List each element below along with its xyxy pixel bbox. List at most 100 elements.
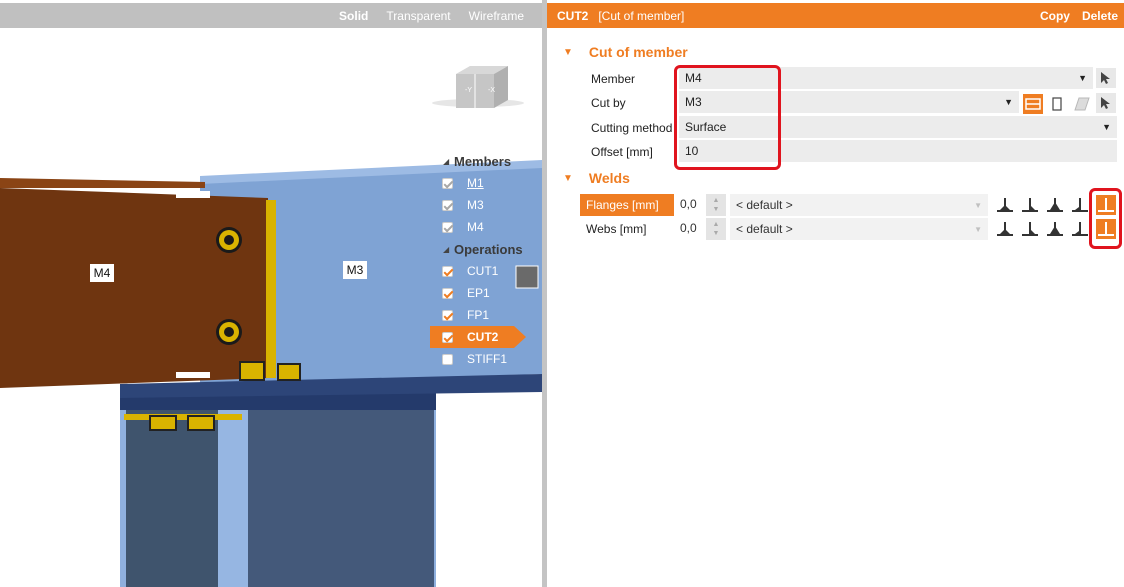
tree-item-label: M1 (467, 176, 484, 190)
weld-webs-type-value: < default > (736, 222, 793, 236)
tree-checkbox[interactable] (442, 331, 453, 343)
collapse-triangle-icon[interactable]: ◢ (443, 245, 454, 254)
copy-button[interactable]: Copy (1040, 9, 1070, 23)
panel-header: CUT2 [Cut of member] Copy Delete (547, 3, 1124, 28)
beam-m4-top-flange (0, 178, 205, 188)
delete-button[interactable]: Delete (1082, 9, 1118, 23)
tree-group-members-label: Members (454, 153, 512, 169)
weld-fillet-double-icon[interactable] (995, 195, 1015, 215)
weld-fillet-single-icon[interactable] (1020, 195, 1040, 215)
chevron-down-icon: ▼ (1004, 97, 1013, 107)
weld-webs-stepper[interactable]: ▲ ▼ (706, 218, 726, 240)
weld-flanges-stepper[interactable]: ▲ ▼ (706, 194, 726, 216)
collapse-triangle-icon[interactable]: ▼ (563, 173, 573, 184)
cut-gap-bottom (176, 372, 210, 378)
beam-m4-web (0, 188, 268, 388)
tree-item-label: M4 (467, 220, 484, 234)
tree-item-label: CUT1 (467, 264, 499, 278)
collapse-triangle-icon[interactable]: ◢ (443, 157, 454, 166)
section-title: Cut of member (588, 44, 688, 60)
weld-butt-icon[interactable] (1045, 219, 1065, 239)
tree-group-operations-label: Operations (454, 241, 523, 257)
member-cut-icon (1025, 98, 1041, 110)
tree-item-label: EP1 (467, 286, 490, 300)
navcube-right-face: -X (488, 87, 495, 94)
view-mode-solid[interactable]: Solid (339, 9, 368, 23)
column-web-left (126, 410, 218, 587)
weld-row-flanges-label[interactable]: Flanges [mm] (580, 194, 674, 216)
tree-item-label: FP1 (467, 308, 490, 322)
tree-item-m1[interactable]: M1 (430, 172, 542, 194)
weld-partial-icon[interactable] (1070, 219, 1090, 239)
collapse-triangle-icon[interactable]: ▼ (563, 47, 573, 58)
tree-item-cut1[interactable]: CUT1 (430, 260, 542, 282)
app-root: M4 M3 -Y -X Solid Transparent Wireframe … (0, 0, 1124, 587)
cut-by-bounding-toggle[interactable] (1047, 94, 1067, 114)
navigation-cube[interactable]: -Y -X (432, 66, 524, 108)
object-tree: ◢ Members M1 M3 M4 ◢ Operations CUT1 EP1… (430, 150, 542, 370)
weld-partial-icon[interactable] (1070, 195, 1090, 215)
view-mode-wireframe[interactable]: Wireframe (469, 9, 524, 23)
cursor-arrow-icon (1101, 97, 1110, 109)
bolt-top (216, 227, 242, 253)
weld-fillet-double-icon[interactable] (995, 219, 1015, 239)
tree-checkbox[interactable] (442, 287, 453, 299)
tree-checkbox[interactable] (442, 309, 453, 321)
column-web-center (218, 410, 248, 587)
weld-flanges-type-value: < default > (736, 198, 793, 212)
operation-name: CUT2 (557, 8, 589, 23)
3d-viewport[interactable]: M4 M3 -Y -X Solid Transparent Wireframe … (0, 0, 542, 587)
cut-by-plane-toggle[interactable] (1072, 94, 1092, 114)
tree-checkbox[interactable] (442, 177, 453, 189)
weld-webs-value[interactable]: 0,0 (680, 221, 697, 235)
cursor-arrow-icon (1101, 72, 1110, 84)
section-welds[interactable]: ▼ Welds (563, 170, 630, 186)
weld-row-webs-label[interactable]: Webs [mm] (580, 218, 674, 240)
tree-item-m3[interactable]: M3 (430, 194, 542, 216)
weld-webs-type-select[interactable]: < default > ▼ (730, 218, 988, 240)
view-mode-transparent[interactable]: Transparent (386, 9, 450, 23)
chevron-down-icon: ▼ (974, 200, 982, 210)
tree-item-m4[interactable]: M4 (430, 216, 542, 238)
tree-item-ep1[interactable]: EP1 (430, 282, 542, 304)
tree-checkbox[interactable] (442, 353, 453, 365)
tree-item-label: M3 (467, 198, 484, 212)
highlight-weld-contact (1089, 188, 1122, 249)
cut-by-label: Cut by (591, 96, 626, 110)
section-title: Welds (588, 170, 630, 186)
pick-cut-by-button[interactable] (1096, 93, 1116, 113)
weld-butt-icon[interactable] (1045, 195, 1065, 215)
weld-fillet-single-icon[interactable] (1020, 219, 1040, 239)
tree-item-stiff1[interactable]: STIFF1 (430, 348, 542, 370)
weld-flanges-value[interactable]: 0,0 (680, 197, 697, 211)
highlight-cut-fields (674, 65, 781, 170)
weld-flanges-type-select[interactable]: < default > ▼ (730, 194, 988, 216)
m4-label: M4 (94, 266, 111, 280)
view-mode-toolbar: Solid Transparent Wireframe (0, 3, 542, 28)
cutting-method-label: Cutting method (591, 121, 673, 135)
offset-label: Offset [mm] (591, 145, 653, 159)
tree-checkbox[interactable] (442, 199, 453, 211)
header-actions: Copy Delete (1040, 9, 1118, 23)
tree-checkbox[interactable] (442, 221, 453, 233)
member-label: Member (591, 72, 636, 86)
tree-group-operations[interactable]: ◢ Operations (430, 238, 542, 260)
tree-item-fp1[interactable]: FP1 (430, 304, 542, 326)
tree-checkbox[interactable] (442, 265, 453, 277)
pick-member-button[interactable] (1096, 68, 1116, 88)
section-cut-of-member[interactable]: ▼ Cut of member (563, 44, 688, 60)
end-plate (266, 200, 276, 378)
column-web-right (248, 410, 434, 587)
chevron-down-icon: ▼ (1078, 73, 1087, 83)
operation-type: [Cut of member] (598, 8, 685, 23)
cut-by-element-toggle[interactable] (1023, 94, 1043, 114)
chevron-down-icon: ▼ (974, 224, 982, 234)
navcube-left-face: -Y (465, 87, 472, 94)
tree-item-cut2[interactable]: CUT2 (430, 326, 526, 348)
property-panel: CUT2 [Cut of member] Copy Delete ▼ Cut o… (547, 0, 1124, 587)
tree-group-members[interactable]: ◢ Members (430, 150, 542, 172)
bounding-box-icon (1052, 97, 1062, 111)
chevron-down-icon: ▼ (1102, 122, 1111, 132)
cut-gap-top (176, 191, 210, 198)
bolt-bottom (216, 319, 242, 345)
